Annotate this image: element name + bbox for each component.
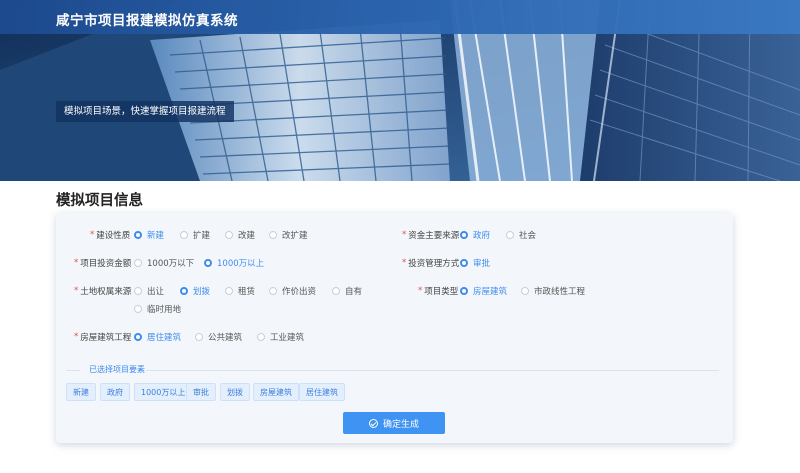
radio-new-build[interactable]: 新建 — [134, 228, 164, 242]
radio-circle — [521, 287, 529, 295]
fund-source-label: * 资金主要来源 — [402, 230, 460, 241]
construction-nature-label: * 建设性质 — [90, 230, 131, 241]
radio-industrial-building[interactable]: 工业建筑 — [257, 330, 304, 344]
selected-elements-title: 已选择项目要素 — [89, 365, 145, 374]
building-type-label: * 房屋建筑工程 — [74, 332, 132, 343]
radio-expansion[interactable]: 扩建 — [180, 228, 210, 242]
investment-amount-label: * 项目投资金额 — [74, 258, 132, 269]
radio-circle — [460, 231, 468, 239]
section-title: 模拟项目信息 — [56, 193, 143, 209]
radio-circle — [134, 333, 142, 341]
radio-circle — [332, 287, 340, 295]
radio-circle — [134, 287, 142, 295]
selected-tag: 1000万以上 — [134, 383, 193, 401]
radio-circle — [180, 231, 188, 239]
radio-circle — [134, 259, 142, 267]
radio-circle — [257, 333, 265, 341]
project-info-card: * 建设性质 新建 扩建 改建 改扩建 * 资金主要来源 政府 社会 * 项目投… — [56, 213, 733, 443]
radio-circle — [269, 231, 277, 239]
radio-circle — [134, 231, 142, 239]
radio-circle — [134, 305, 142, 313]
divider-line — [66, 370, 80, 371]
radio-self-owned[interactable]: 自有 — [332, 284, 362, 298]
radio-lease[interactable]: 租赁 — [225, 284, 255, 298]
radio-below-10m[interactable]: 1000万以下 — [134, 256, 194, 270]
selected-tag: 新建 — [66, 383, 96, 401]
radio-renovation-expansion[interactable]: 改扩建 — [269, 228, 308, 242]
radio-allocation[interactable]: 划拨 — [180, 284, 210, 298]
management-mode-label: * 投资管理方式 — [402, 258, 460, 269]
radio-circle — [180, 287, 188, 295]
radio-municipal-linear[interactable]: 市政线性工程 — [521, 284, 585, 298]
check-circle-icon — [368, 418, 378, 428]
radio-circle — [460, 259, 468, 267]
selected-tag: 审批 — [186, 383, 216, 401]
radio-circle — [269, 287, 277, 295]
radio-approval[interactable]: 审批 — [460, 256, 490, 270]
banner-slogan: 模拟项目场景，快速掌握项目报建流程 — [56, 101, 234, 122]
radio-social[interactable]: 社会 — [506, 228, 536, 242]
radio-above-10m[interactable]: 1000万以上 — [204, 256, 264, 270]
radio-temporary-land[interactable]: 临时用地 — [134, 302, 181, 316]
confirm-button-label: 确定生成 — [382, 419, 419, 430]
radio-renovation[interactable]: 改建 — [225, 228, 255, 242]
radio-capital-contribution[interactable]: 作价出资 — [269, 284, 316, 298]
land-source-label: * 土地权属来源 — [74, 286, 132, 297]
radio-circle — [225, 231, 233, 239]
selected-tag: 房屋建筑 — [253, 383, 299, 401]
project-type-label: * 项目类型 — [418, 286, 459, 297]
radio-housing-construction[interactable]: 房屋建筑 — [460, 284, 507, 298]
radio-circle — [225, 287, 233, 295]
radio-public-building[interactable]: 公共建筑 — [195, 330, 242, 344]
selected-tag: 划拨 — [220, 383, 250, 401]
radio-transfer[interactable]: 出让 — [134, 284, 164, 298]
radio-residential[interactable]: 居住建筑 — [134, 330, 181, 344]
radio-circle — [460, 287, 468, 295]
app-title: 咸宁市项目报建模拟仿真系统 — [56, 13, 238, 29]
radio-circle — [204, 259, 212, 267]
radio-circle — [195, 333, 203, 341]
selected-tag: 居住建筑 — [299, 383, 345, 401]
selected-tag: 政府 — [100, 383, 130, 401]
radio-circle — [506, 231, 514, 239]
divider-line — [146, 370, 719, 371]
radio-government[interactable]: 政府 — [460, 228, 490, 242]
header-banner: 咸宁市项目报建模拟仿真系统 模拟项目场景，快速掌握项目报建流程 — [0, 0, 800, 181]
confirm-generate-button[interactable]: 确定生成 — [343, 412, 445, 434]
